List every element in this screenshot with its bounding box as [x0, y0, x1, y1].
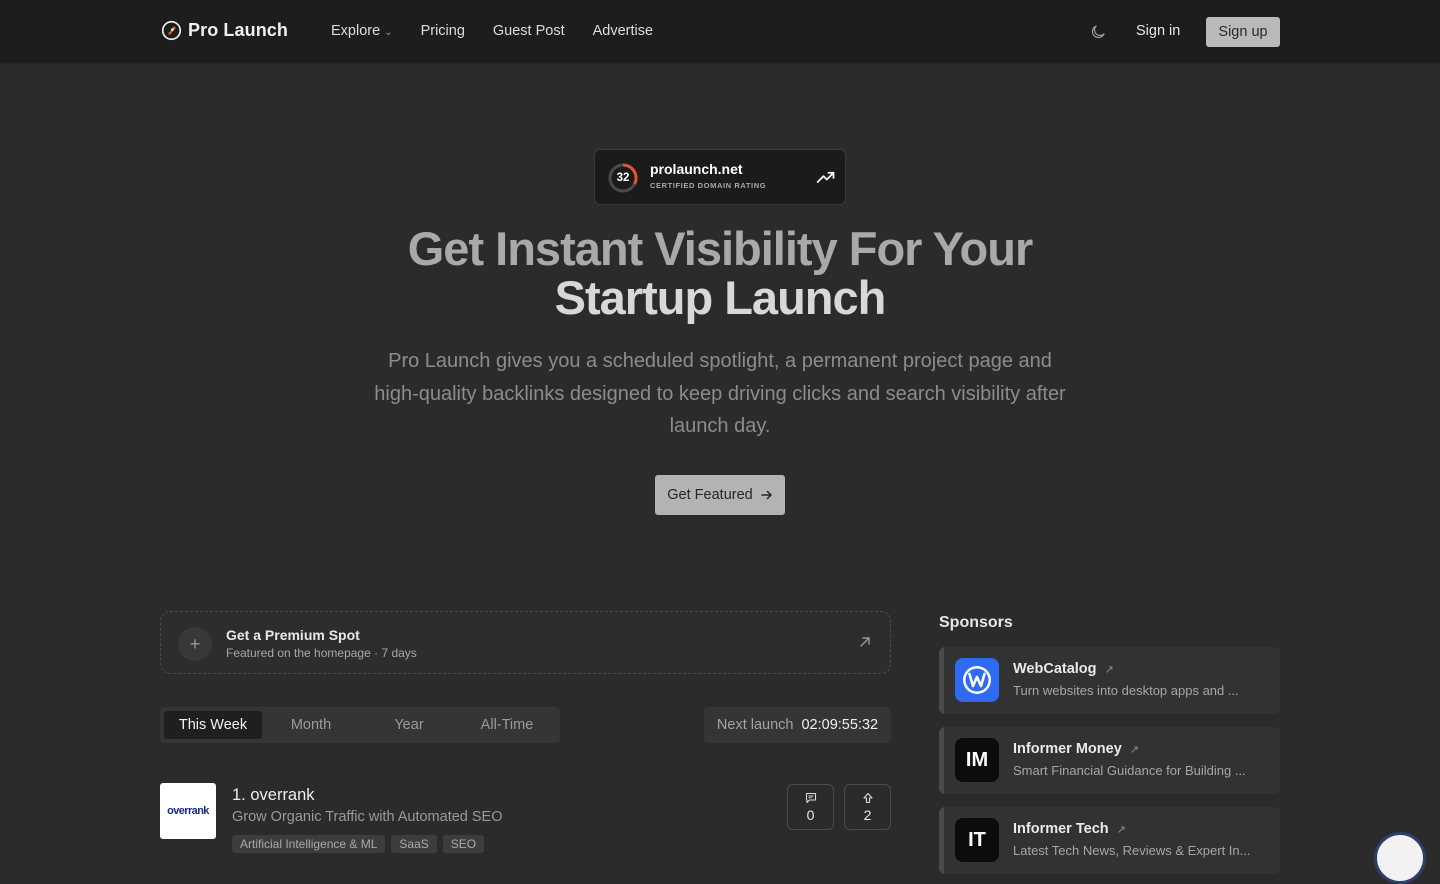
brand-logo-link[interactable]: Pro Launch [161, 20, 288, 41]
rocket-logo-icon [161, 20, 182, 41]
sponsor-name-text: Informer Tech [1013, 821, 1109, 837]
comments-count: 0 [806, 806, 815, 823]
product-row[interactable]: overrank 1. overrank Grow Organic Traffi… [160, 783, 891, 853]
category-tag[interactable]: SEO [442, 835, 485, 853]
tab-year[interactable]: Year [360, 711, 458, 739]
nav-explore[interactable]: Explore ⌄ [331, 23, 393, 39]
sponsor-name: Informer Tech ↗ [1013, 821, 1126, 837]
upvote-button[interactable]: 2 [844, 784, 891, 830]
external-arrow-icon [860, 637, 870, 647]
category-tag[interactable]: Artificial Intelligence & ML [232, 835, 386, 853]
sign-up-button[interactable]: Sign up [1206, 17, 1280, 47]
sponsors-heading: Sponsors [939, 614, 1013, 631]
nav-guest-post[interactable]: Guest Post [493, 23, 565, 39]
next-launch-countdown: Next launch 02:09:55:32 [704, 707, 891, 743]
premium-spot-card[interactable]: + Get a Premium Spot Featured on the hom… [160, 611, 891, 674]
brand-name: Pro Launch [188, 20, 289, 40]
sponsor-name-text: Informer Money [1013, 741, 1122, 757]
moon-icon[interactable] [1089, 23, 1107, 41]
sponsor-name: Informer Money ↗ [1013, 741, 1139, 757]
premium-spot-title: Get a Premium Spot [226, 627, 360, 643]
comment-icon [805, 792, 816, 803]
domain-name: prolaunch.net [650, 161, 743, 177]
domain-rating-caption: CERTIFIED DOMAIN RATING [650, 181, 767, 190]
hero-title-line-1: Get Instant Visibility For Your [407, 222, 1033, 275]
domain-rating-value: 32 [616, 172, 630, 184]
hero-title-line-2: Startup Launch [554, 271, 887, 324]
chevron-down-icon: ⌄ [384, 26, 393, 38]
nav-explore-label: Explore [331, 23, 381, 39]
trending-up-icon [816, 171, 835, 183]
product-tagline: Grow Organic Traffic with Automated SEO [232, 809, 503, 825]
product-name[interactable]: 1. overrank [232, 786, 315, 805]
chat-widget-icon[interactable] [1374, 832, 1426, 884]
informer-money-logo-icon: IM [955, 738, 999, 782]
product-categories: Artificial Intelligence & ML SaaS SEO [232, 835, 485, 853]
sponsor-name: WebCatalog ↗ [1013, 661, 1114, 677]
tab-this-week[interactable]: This Week [164, 711, 262, 739]
period-tabs: This Week Month Year All-Time [160, 707, 560, 743]
tab-all-time[interactable]: All-Time [458, 711, 556, 739]
get-featured-label: Get Featured [667, 487, 753, 503]
sign-in-link[interactable]: Sign in [1136, 23, 1180, 39]
sponsor-card-webcatalog[interactable]: WebCatalog ↗ Turn websites into desktop … [939, 647, 1280, 714]
countdown-label: Next launch [716, 717, 794, 733]
plus-icon: + [178, 627, 212, 661]
main-nav: Explore ⌄ Pricing Guest Post Advertise [331, 23, 653, 39]
informer-tech-logo-icon: IT [955, 818, 999, 862]
upvote-arrow-icon [862, 792, 873, 803]
nav-advertise[interactable]: Advertise [593, 23, 653, 39]
hero-title: Get Instant Visibility For Your Startup … [320, 224, 1120, 322]
webcatalog-logo-icon [955, 658, 999, 702]
external-link-icon: ↗ [1129, 743, 1139, 756]
sponsor-card-informer-money[interactable]: IM Informer Money ↗ Smart Financial Guid… [939, 727, 1280, 794]
product-logo: overrank [160, 783, 216, 839]
sponsor-description: Latest Tech News, Reviews & Expert In... [1013, 843, 1251, 858]
sponsor-description: Smart Financial Guidance for Building ..… [1013, 763, 1246, 778]
upvote-count: 2 [863, 806, 872, 823]
sponsor-description: Turn websites into desktop apps and ... [1013, 683, 1239, 698]
premium-spot-subtitle: Featured on the homepage · 7 days [226, 646, 417, 660]
arrow-right-icon [760, 490, 772, 500]
top-navigation-bar: Pro Launch Explore ⌄ Pricing Guest Post … [0, 0, 1440, 64]
tab-month[interactable]: Month [262, 711, 360, 739]
external-link-icon: ↗ [1104, 663, 1114, 676]
countdown-value: 02:09:55:32 [801, 717, 879, 733]
comments-button[interactable]: 0 [787, 784, 834, 830]
nav-pricing[interactable]: Pricing [421, 23, 465, 39]
hero-description: Pro Launch gives you a scheduled spotlig… [374, 350, 1066, 437]
external-link-icon: ↗ [1116, 823, 1126, 836]
domain-rating-badge[interactable]: 32 prolaunch.net CERTIFIED DOMAIN RATING [594, 149, 846, 205]
sponsor-card-informer-tech[interactable]: IT Informer Tech ↗ Latest Tech News, Rev… [939, 807, 1280, 874]
get-featured-button[interactable]: Get Featured [655, 475, 785, 515]
category-tag[interactable]: SaaS [391, 835, 437, 853]
sponsor-name-text: WebCatalog [1013, 661, 1097, 677]
